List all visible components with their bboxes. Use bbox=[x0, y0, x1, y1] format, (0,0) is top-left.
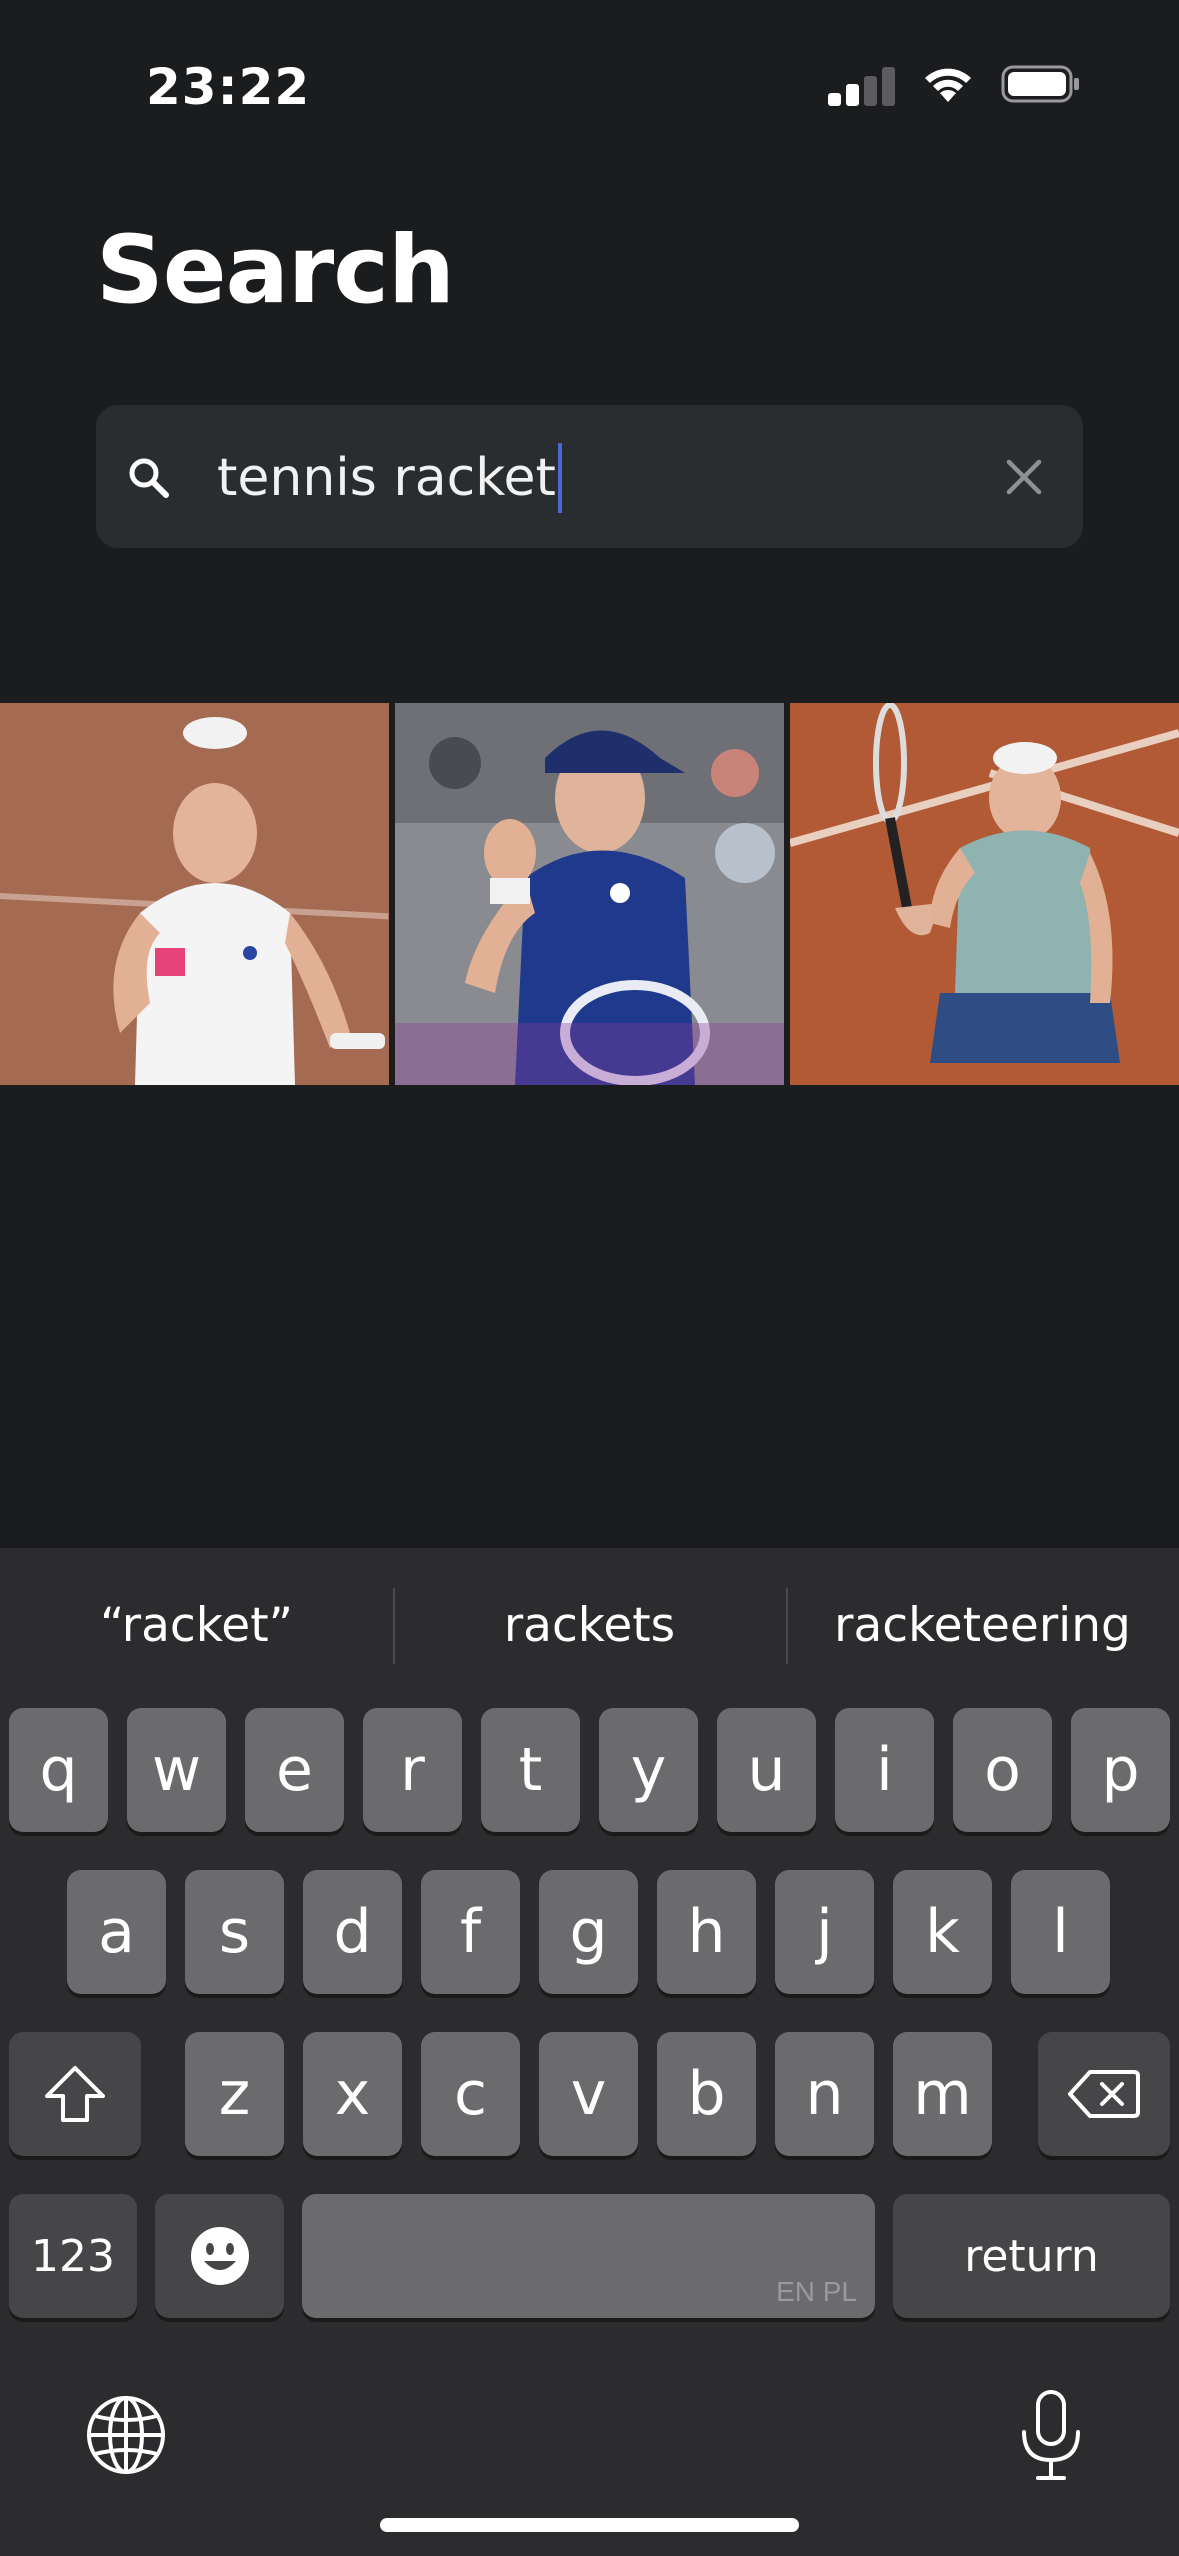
status-icons bbox=[828, 62, 1081, 106]
key-v[interactable]: v bbox=[539, 2032, 638, 2156]
close-icon[interactable] bbox=[1005, 458, 1043, 496]
key-k[interactable]: k bbox=[893, 1870, 992, 1994]
image-result-3[interactable] bbox=[790, 703, 1179, 1085]
key-h[interactable]: h bbox=[657, 1870, 756, 1994]
key-t[interactable]: t bbox=[481, 1708, 580, 1832]
key-m[interactable]: m bbox=[893, 2032, 992, 2156]
cellular-signal-icon bbox=[828, 62, 895, 106]
page-title: Search bbox=[96, 216, 455, 325]
key-c[interactable]: c bbox=[421, 2032, 520, 2156]
key-l[interactable]: l bbox=[1011, 1870, 1110, 1994]
suggestion-3[interactable]: racketeering bbox=[786, 1588, 1179, 1664]
image-results-grid bbox=[0, 703, 1179, 1085]
key-f[interactable]: f bbox=[421, 1870, 520, 1994]
suggestion-bar: “racket” rackets racketeering bbox=[0, 1548, 1179, 1703]
suggestion-2[interactable]: rackets bbox=[393, 1588, 786, 1664]
image-result-2[interactable] bbox=[395, 703, 784, 1085]
numbers-key[interactable]: 123 bbox=[9, 2194, 137, 2318]
key-g[interactable]: g bbox=[539, 1870, 638, 1994]
search-query: tennis racket bbox=[217, 448, 556, 508]
delete-key[interactable] bbox=[1038, 2032, 1170, 2156]
text-cursor bbox=[557, 443, 562, 513]
shift-key[interactable] bbox=[9, 2032, 141, 2156]
key-q[interactable]: q bbox=[9, 1708, 108, 1832]
photo-tennis-player-white-outfit bbox=[0, 703, 389, 1085]
key-y[interactable]: y bbox=[599, 1708, 698, 1832]
space-key[interactable]: EN PL bbox=[302, 2194, 875, 2318]
key-r[interactable]: r bbox=[363, 1708, 462, 1832]
key-w[interactable]: w bbox=[127, 1708, 226, 1832]
keyboard: “racket” rackets racketeering q w e r t … bbox=[0, 1548, 1179, 2556]
key-s[interactable]: s bbox=[185, 1870, 284, 1994]
suggestion-1[interactable]: “racket” bbox=[0, 1598, 393, 1653]
wifi-icon bbox=[925, 68, 971, 102]
key-p[interactable]: p bbox=[1071, 1708, 1170, 1832]
photo-tennis-player-navy-outfit bbox=[395, 703, 784, 1085]
photo-tennis-player-racket-raised bbox=[790, 703, 1179, 1085]
key-j[interactable]: j bbox=[775, 1870, 874, 1994]
key-d[interactable]: d bbox=[303, 1870, 402, 1994]
key-i[interactable]: i bbox=[835, 1708, 934, 1832]
space-key-languages: EN PL bbox=[776, 2276, 857, 2307]
key-b[interactable]: b bbox=[657, 2032, 756, 2156]
shift-icon bbox=[45, 2066, 105, 2122]
key-a[interactable]: a bbox=[67, 1870, 166, 1994]
search-input[interactable]: tennis racket bbox=[96, 405, 1083, 548]
microphone-icon[interactable] bbox=[1018, 2388, 1084, 2484]
status-time: 23:22 bbox=[146, 58, 311, 116]
key-n[interactable]: n bbox=[775, 2032, 874, 2156]
return-key[interactable]: return bbox=[893, 2194, 1170, 2318]
battery-icon bbox=[1001, 65, 1079, 103]
key-z[interactable]: z bbox=[185, 2032, 284, 2156]
key-u[interactable]: u bbox=[717, 1708, 816, 1832]
key-o[interactable]: o bbox=[953, 1708, 1052, 1832]
key-x[interactable]: x bbox=[303, 2032, 402, 2156]
emoji-icon bbox=[190, 2227, 249, 2285]
image-result-1[interactable] bbox=[0, 703, 389, 1085]
search-icon bbox=[129, 458, 169, 498]
search-query-text[interactable]: tennis racket bbox=[217, 443, 562, 513]
home-indicator[interactable] bbox=[380, 2518, 799, 2532]
delete-icon bbox=[1068, 2070, 1140, 2118]
key-e[interactable]: e bbox=[245, 1708, 344, 1832]
globe-icon[interactable] bbox=[85, 2394, 167, 2476]
emoji-key[interactable] bbox=[155, 2194, 284, 2318]
